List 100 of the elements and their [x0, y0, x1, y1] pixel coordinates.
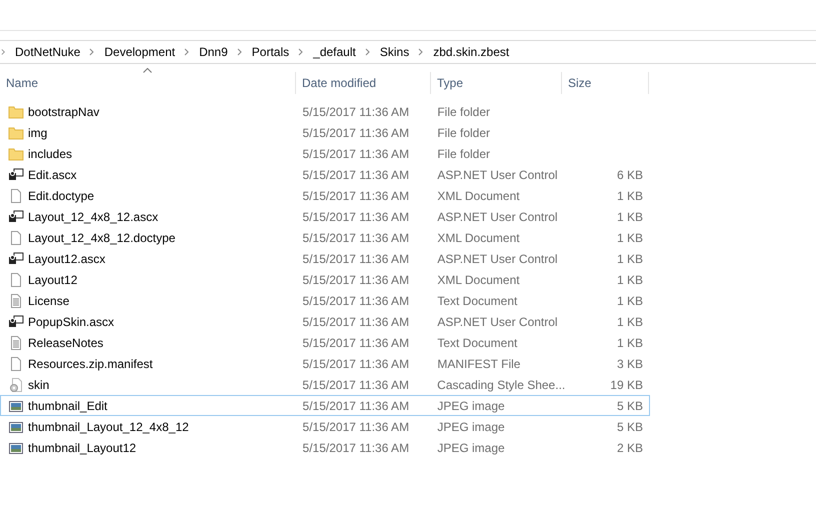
chevron-icon[interactable]: [236, 48, 243, 56]
file-name: thumbnail_Layout12: [28, 440, 136, 454]
date-modified: 5/15/2017 11:36 AM: [302, 398, 410, 412]
column-header[interactable]: Size: [562, 72, 649, 94]
chevron-icon[interactable]: [364, 48, 371, 56]
file-type: MANIFEST File: [437, 356, 520, 370]
date-modified: 5/15/2017 11:36 AM: [302, 336, 410, 350]
user-control-icon: [8, 314, 24, 330]
file-row[interactable]: Edit.ascx 5/15/2017 11:36 AM ASP.NET User Control 6 KB: [0, 164, 650, 185]
breadcrumb-item[interactable]: Portals: [242, 45, 298, 59]
file-row[interactable]: bootstrapNav 5/15/2017 11:36 AM File folder: [0, 101, 650, 122]
file-type: ASP.NET User Control: [437, 252, 558, 266]
text-document-icon: [8, 292, 24, 308]
chevron-icon[interactable]: [1, 48, 6, 56]
breadcrumb-item[interactable]: Development: [95, 45, 184, 59]
user-control-icon: [8, 250, 24, 266]
file-size: 1 KB: [616, 230, 643, 244]
file-size: 1 KB: [616, 314, 643, 328]
file-size: 1 KB: [616, 210, 643, 224]
file-row[interactable]: Layout12.ascx 5/15/2017 11:36 AM ASP.NET User Control 1 KB: [0, 248, 650, 269]
file-type: Text Document: [437, 336, 518, 350]
file-name: bootstrapNav: [28, 104, 100, 118]
file-name: Layout12.ascx: [28, 252, 106, 266]
file-name: thumbnail_Edit: [28, 398, 108, 412]
file-size: 1 KB: [616, 294, 643, 308]
file-name: Layout_12_4x8_12.ascx: [28, 210, 158, 224]
file-name: img: [28, 126, 48, 140]
file-size: 1 KB: [616, 272, 643, 286]
file-type: ASP.NET User Control: [437, 210, 558, 224]
folder-icon: [8, 104, 24, 120]
file-type: XML Document: [437, 188, 520, 202]
file-row[interactable]: skin 5/15/2017 11:36 AM Cascading Style Shee... 19 KB: [0, 374, 650, 395]
file-size: 1 KB: [616, 336, 643, 350]
file-name: ReleaseNotes: [28, 336, 104, 350]
file-row[interactable]: ReleaseNotes 5/15/2017 11:36 AM Text Document 1 KB: [0, 332, 650, 353]
breadcrumb-item[interactable]: DotNetNuke: [6, 45, 90, 59]
file-name: Resources.zip.manifest: [28, 356, 153, 370]
file-type: File folder: [437, 104, 490, 118]
text-document-icon: [8, 334, 24, 350]
folder-icon: [8, 124, 24, 140]
file-row[interactable]: License 5/15/2017 11:36 AM Text Document 1 KB: [0, 290, 650, 311]
file-type: XML Document: [437, 272, 520, 286]
date-modified: 5/15/2017 11:36 AM: [302, 378, 409, 392]
folder-icon: [8, 146, 24, 162]
file-type: JPEG image: [437, 440, 505, 454]
date-modified: 5/15/2017 11:36 AM: [302, 188, 410, 202]
chevron-icon[interactable]: [89, 48, 96, 56]
file-row[interactable]: img 5/15/2017 11:36 AM File folder: [0, 122, 650, 143]
date-modified: 5/15/2017 11:36 AM: [302, 168, 410, 182]
file-name: Layout12: [28, 272, 78, 286]
file-row[interactable]: Layout_12_4x8_12.doctype 5/15/2017 11:36 AM XML Document 1 KB: [0, 227, 650, 248]
file-size: 19 KB: [610, 378, 643, 392]
breadcrumb-item[interactable]: Dnn9: [190, 45, 237, 59]
file-type: XML Document: [437, 230, 520, 244]
document-icon: [8, 188, 24, 204]
sort-caret-icon: [142, 68, 152, 73]
breadcrumb-item[interactable]: Skins: [370, 45, 418, 59]
date-modified: 5/15/2017 11:36 AM: [302, 230, 410, 244]
chevron-icon[interactable]: [184, 48, 190, 56]
column-header[interactable]: Type: [431, 72, 562, 94]
file-row[interactable]: Layout_12_4x8_12.ascx 5/15/2017 11:36 AM ASP.NET User Control 1 KB: [0, 206, 650, 227]
file-row[interactable]: Layout12 5/15/2017 11:36 AM XML Document 1 KB: [0, 269, 650, 290]
user-control-icon: [8, 166, 24, 182]
chevron-icon[interactable]: [418, 48, 424, 56]
file-size: 6 KB: [616, 168, 643, 182]
file-size: 5 KB: [616, 398, 643, 412]
file-size: 2 KB: [616, 440, 643, 454]
document-icon: [8, 356, 24, 372]
file-row[interactable]: thumbnail_Layout_12_4x8_12 5/15/2017 11:36 AM JPEG image 5 KB: [0, 416, 650, 437]
file-name: thumbnail_Layout_12_4x8_12: [28, 420, 189, 434]
file-name: PopupSkin.ascx: [28, 314, 114, 328]
file-row[interactable]: Resources.zip.manifest 5/15/2017 11:36 AM MANIFEST File 3 KB: [0, 353, 650, 374]
date-modified: 5/15/2017 11:36 AM: [302, 272, 410, 286]
file-size: 5 KB: [616, 420, 643, 434]
file-name: includes: [28, 146, 72, 160]
file-row[interactable]: includes 5/15/2017 11:36 AM File folder: [0, 143, 650, 164]
date-modified: 5/15/2017 11:36 AM: [302, 146, 410, 160]
file-type: File folder: [437, 126, 490, 140]
file-row[interactable]: Edit.doctype 5/15/2017 11:36 AM XML Document 1 KB: [0, 185, 650, 206]
file-type: ASP.NET User Control: [437, 314, 558, 328]
file-row[interactable]: PopupSkin.ascx 5/15/2017 11:36 AM ASP.NET User Control 1 KB: [0, 311, 650, 332]
date-modified: 5/15/2017 11:36 AM: [302, 314, 410, 328]
file-row[interactable]: thumbnail_Edit 5/15/2017 11:36 AM JPEG image 5 KB: [0, 395, 650, 416]
file-size: 1 KB: [616, 252, 643, 266]
breadcrumb-item[interactable]: zbd.skin.zbest: [424, 45, 518, 59]
breadcrumb-item[interactable]: _default: [304, 45, 365, 59]
chevron-icon[interactable]: [298, 48, 304, 56]
gear-file-icon: [8, 376, 24, 392]
file-type: Cascading Style Shee...: [437, 378, 566, 392]
file-type: File folder: [437, 146, 490, 160]
date-modified: 5/15/2017 11:36 AM: [302, 210, 410, 224]
date-modified: 5/15/2017 11:36 AM: [302, 440, 410, 454]
file-type: ASP.NET User Control: [437, 168, 558, 182]
column-header[interactable]: Date modified: [296, 72, 431, 94]
file-type: JPEG image: [437, 398, 505, 412]
file-row[interactable]: thumbnail_Layout12 5/15/2017 11:36 AM JPEG image 2 KB: [0, 437, 650, 458]
file-name: skin: [28, 378, 50, 392]
file-type: Text Document: [437, 294, 518, 308]
date-modified: 5/15/2017 11:36 AM: [302, 252, 410, 266]
column-header[interactable]: Name: [0, 72, 296, 94]
